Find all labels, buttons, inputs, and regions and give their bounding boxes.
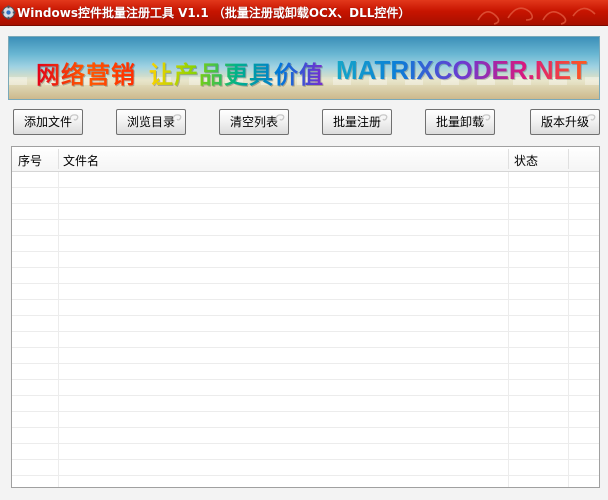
window-title: Windows控件批量注册工具 V1.1 （批量注册或卸载OCX、DLL控件） — [17, 6, 411, 20]
column-divider[interactable] — [508, 149, 509, 169]
column-header-filename[interactable]: 文件名 — [63, 152, 99, 169]
file-list-view[interactable]: 序号 文件名 状态 — [11, 146, 600, 488]
swirl-icon — [586, 114, 596, 121]
banner-slogan-2: 让产品更具价值 — [149, 55, 324, 90]
title-bar[interactable]: Windows控件批量注册工具 V1.1 （批量注册或卸载OCX、DLL控件） — [0, 0, 608, 26]
browse-directory-button[interactable]: 浏览目录 — [116, 109, 186, 135]
upgrade-label: 版本升级 — [540, 115, 589, 129]
banner-slogan-1: 网络营销 — [36, 55, 136, 90]
browse-directory-label: 浏览目录 — [126, 115, 175, 129]
column-divider[interactable] — [58, 149, 59, 169]
gear-icon — [1, 5, 16, 20]
list-rows-area[interactable] — [12, 172, 599, 487]
swirl-icon — [172, 114, 182, 121]
batch-unregister-label: 批量卸载 — [435, 115, 484, 129]
add-file-label: 添加文件 — [23, 115, 72, 129]
grid-line — [568, 172, 569, 487]
add-file-button[interactable]: 添加文件 — [13, 109, 83, 135]
column-header-status[interactable]: 状态 — [514, 152, 538, 169]
swirl-icon — [275, 114, 285, 121]
list-header: 序号 文件名 状态 — [12, 147, 599, 172]
batch-register-button[interactable]: 批量注册 — [322, 109, 392, 135]
grid-line — [58, 172, 59, 487]
column-divider[interactable] — [568, 149, 569, 169]
grid-line — [508, 172, 509, 487]
batch-unregister-button[interactable]: 批量卸载 — [425, 109, 495, 135]
title-ornament — [477, 7, 596, 25]
swirl-icon — [378, 114, 388, 121]
swirl-icon — [481, 114, 491, 121]
swirl-icon — [69, 114, 79, 121]
batch-register-label: 批量注册 — [332, 115, 381, 129]
column-header-index[interactable]: 序号 — [18, 152, 42, 169]
clear-list-button[interactable]: 清空列表 — [219, 109, 289, 135]
clear-list-label: 清空列表 — [229, 115, 278, 129]
promo-banner: 网络营销 让产品更具价值 MATRIXCODER.NET — [8, 36, 600, 100]
banner-website: MATRIXCODER.NET — [336, 55, 587, 85]
upgrade-button[interactable]: 版本升级 — [530, 109, 600, 135]
